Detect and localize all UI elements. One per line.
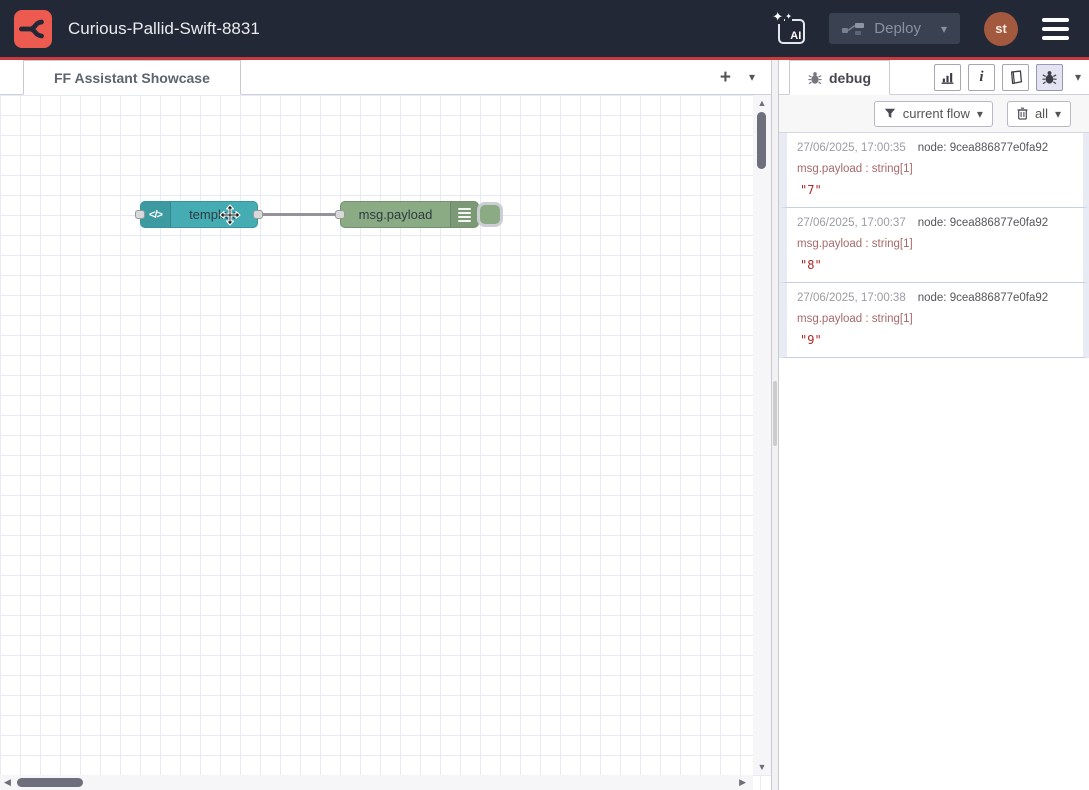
node-red-editor: Curious-Pallid-Swift-8831 ✦ ✦ AI Deploy … <box>0 0 1089 790</box>
sidebar-tab-label: debug <box>829 70 871 86</box>
message-property: msg.payload : string[1] <box>797 162 1073 176</box>
message-node-id: node: 9cea886877e0fa92 <box>918 292 1048 304</box>
sidebar-tabs-caret[interactable]: ▾ <box>1075 70 1081 84</box>
message-node-id: node: 9cea886877e0fa92 <box>918 142 1048 154</box>
debug-message[interactable]: 27/06/2025, 17:00:38 node: 9cea886877e0fa… <box>779 283 1089 358</box>
debug-tab-button[interactable] <box>1036 64 1063 91</box>
debug-message[interactable]: 27/06/2025, 17:00:37 node: 9cea886877e0fa… <box>779 208 1089 283</box>
node-debug[interactable]: msg.payload <box>340 201 479 228</box>
debug-input-port[interactable] <box>335 210 345 219</box>
move-cursor-icon <box>219 204 241 226</box>
code-icon: </> <box>149 209 162 221</box>
dashboard-tab-button[interactable] <box>934 64 961 91</box>
workspace-tabbar: FF Assistant Showcase + ▾ <box>0 60 771 95</box>
help-tab-button[interactable] <box>1002 64 1029 91</box>
template-iconbox: </> <box>141 202 171 227</box>
deploy-options-caret[interactable]: ▾ <box>941 22 947 36</box>
info-tab-button[interactable]: i <box>968 64 995 91</box>
header-bar: Curious-Pallid-Swift-8831 ✦ ✦ AI Deploy … <box>0 0 1089 60</box>
ai-assistant-button[interactable]: ✦ ✦ AI <box>778 19 805 44</box>
main-menu-button[interactable] <box>1042 18 1075 40</box>
workspace-tab-label: FF Assistant Showcase <box>54 70 210 86</box>
message-property: msg.payload : string[1] <box>797 237 1073 251</box>
sparkle-small-icon: ✦ <box>785 13 792 21</box>
horizontal-scroll-thumb[interactable] <box>17 778 83 787</box>
header-actions: ✦ ✦ AI Deploy ▾ st <box>778 12 1075 46</box>
debug-enable-toggle[interactable] <box>477 202 503 227</box>
bug-icon <box>1042 70 1057 85</box>
scroll-left-arrow[interactable]: ◀ <box>4 777 11 788</box>
debug-clear-button[interactable]: all ▾ <box>1007 101 1071 127</box>
debug-message[interactable]: 27/06/2025, 17:00:35 node: 9cea886877e0fa… <box>779 133 1089 208</box>
deploy-label: Deploy <box>874 20 921 37</box>
avatar-initials: st <box>995 21 1007 36</box>
debug-filter-label: current flow <box>903 106 970 121</box>
message-node-id: node: 9cea886877e0fa92 <box>918 217 1048 229</box>
canvas-horizontal-scrollbar: ◀ ▶ <box>0 775 753 790</box>
sidebar: debug i <box>779 60 1089 790</box>
message-property: msg.payload : string[1] <box>797 312 1073 326</box>
flowfuse-logo-icon <box>19 15 47 43</box>
sidebar-resize-handle[interactable] <box>773 381 777 446</box>
scroll-right-arrow[interactable]: ▶ <box>739 777 746 788</box>
clear-caret: ▾ <box>1055 108 1061 120</box>
user-avatar[interactable]: st <box>984 12 1018 46</box>
info-icon: i <box>979 70 983 85</box>
instance-title: Curious-Pallid-Swift-8831 <box>68 19 260 39</box>
filter-icon <box>884 108 896 119</box>
vertical-scroll-thumb[interactable] <box>757 112 766 169</box>
canvas-vertical-scrollbar: ▲ ▼ <box>753 95 771 775</box>
bug-icon <box>808 71 822 85</box>
add-flow-button[interactable]: + <box>720 68 731 87</box>
sidebar-tab-debug[interactable]: debug <box>789 60 890 95</box>
deploy-button[interactable]: Deploy ▾ <box>829 13 960 44</box>
scroll-down-arrow[interactable]: ▼ <box>753 762 771 772</box>
menu-bar <box>1042 18 1069 22</box>
menu-bar <box>1042 36 1069 40</box>
ai-label: AI <box>790 30 801 42</box>
menu-bar <box>1042 27 1069 31</box>
debug-toolbar: current flow ▾ all ▾ <box>779 95 1089 133</box>
deploy-icon <box>842 22 864 36</box>
template-input-port[interactable] <box>135 210 145 219</box>
sidebar-tool-buttons: i ▾ <box>934 60 1089 94</box>
flowfuse-logo <box>14 10 52 48</box>
template-output-port[interactable] <box>253 210 263 219</box>
sidebar-tabbar: debug i <box>779 60 1089 95</box>
debug-iconbox <box>450 202 478 227</box>
book-icon <box>1008 70 1023 85</box>
main-area: FF Assistant Showcase + ▾ </> template m… <box>0 60 1089 790</box>
chart-icon <box>940 70 955 85</box>
workspace-tab[interactable]: FF Assistant Showcase <box>23 60 241 95</box>
flow-list-caret[interactable]: ▾ <box>749 71 755 83</box>
node-template-label: template <box>171 202 257 227</box>
message-timestamp: 27/06/2025, 17:00:35 <box>797 142 906 154</box>
wire-template-to-debug[interactable] <box>262 213 340 216</box>
debug-clear-label: all <box>1035 106 1048 121</box>
message-value: "8" <box>797 258 1073 272</box>
debug-message-list: 27/06/2025, 17:00:35 node: 9cea886877e0fa… <box>779 133 1089 790</box>
workspace-tab-actions: + ▾ <box>720 60 771 94</box>
debug-filter-button[interactable]: current flow ▾ <box>874 101 993 127</box>
list-icon <box>458 208 471 222</box>
sidebar-resize-gutter <box>771 60 779 790</box>
trash-icon <box>1017 107 1028 120</box>
message-value: "9" <box>797 333 1073 347</box>
sparkle-icon: ✦ <box>771 9 784 24</box>
flow-canvas[interactable]: </> template msg.payload <box>0 95 771 790</box>
message-timestamp: 27/06/2025, 17:00:37 <box>797 217 906 229</box>
filter-caret: ▾ <box>977 108 983 120</box>
message-timestamp: 27/06/2025, 17:00:38 <box>797 292 906 304</box>
message-value: "7" <box>797 183 1073 197</box>
editor-pane: FF Assistant Showcase + ▾ </> template m… <box>0 60 771 790</box>
node-debug-label: msg.payload <box>341 202 450 227</box>
scroll-up-arrow[interactable]: ▲ <box>753 98 771 108</box>
